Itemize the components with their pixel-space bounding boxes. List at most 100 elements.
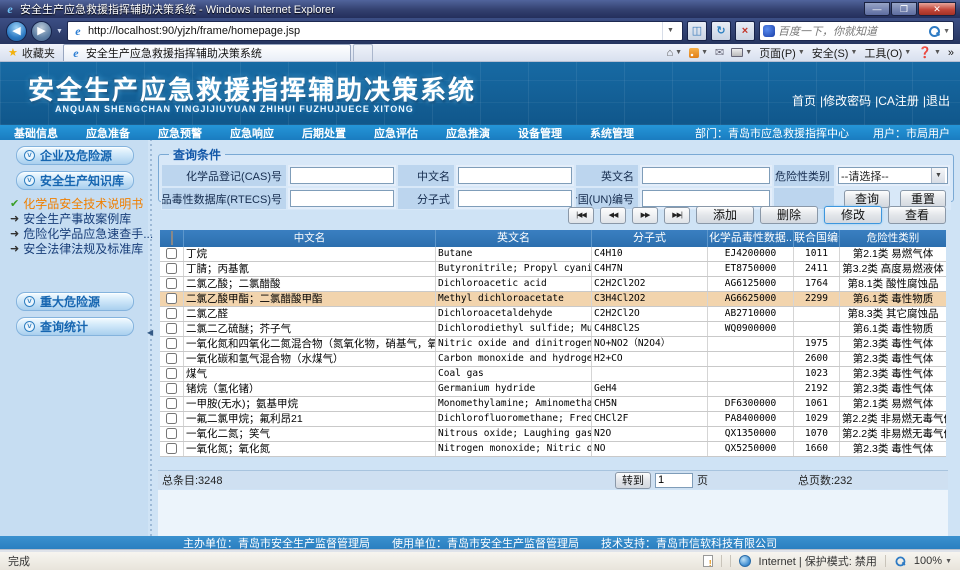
table-row[interactable]: 一氧化碳和氢气混合物（水煤气） Carbon monoxide and hydr… [160,352,946,367]
search-box[interactable]: 百度一下，你就知道 ▼ [759,21,954,41]
compatibility-view-icon[interactable]: ◫ [687,21,707,41]
row-checkbox[interactable] [166,293,177,304]
sidebar-group-enterprise[interactable]: ˅ 企业及危险源 [16,146,134,165]
search-dropdown-icon[interactable]: ▼ [943,28,950,35]
cn-name-input[interactable] [458,167,572,184]
page-number-input[interactable] [655,473,693,488]
row-checkbox[interactable] [166,323,177,334]
nav-menu-item[interactable]: 应急评估 [360,125,432,141]
table-row[interactable]: 一氧化氮和四氧化二氮混合物（氮氧化物，硝基气，氧化氮气体） Nitric oxi… [160,337,946,352]
table-row[interactable]: 丁腈；丙基氰 Butyronitrile; Propyl cyanide C4H… [160,262,946,277]
nav-menu-item[interactable]: 应急预警 [144,125,216,141]
rtecs-input[interactable] [290,190,394,207]
formula-input[interactable] [458,190,572,207]
help-menu[interactable]: ❓▼ [918,46,941,59]
back-button[interactable]: ◀ [6,21,27,42]
first-page-button[interactable]: |◀◀ [568,207,594,224]
sidebar-item-laws-standards[interactable]: ➜ 安全法律法规及标准库 [10,241,148,256]
table-row[interactable]: 一氧化氮；氧化氮 Nitrogen monoxide; Nitric oxide… [160,442,946,457]
tools-menu[interactable]: 工具(O)▼ [864,45,911,61]
table-row[interactable]: 锗烷（氢化锗） Germanium hydride GeH4 2192 第2.3… [160,382,946,397]
print-button[interactable]: ▼ [731,48,752,57]
next-page-button[interactable]: ▶▶ [632,207,658,224]
search-magnifier-icon[interactable] [928,25,940,37]
modify-button[interactable]: 修改 [824,206,882,224]
history-dropdown-icon[interactable]: ▼ [56,28,63,35]
hazard-class-select[interactable]: --请选择-- ▼ [838,167,948,184]
table-row[interactable]: 一氟二氯甲烷；氟利昂21 Dichlorofluoromethane; Freo… [160,412,946,427]
sidebar-item-quick-reference[interactable]: ➜ 危险化学品应急速查手... [10,226,148,241]
reset-button[interactable]: 重置 [900,190,946,208]
new-tab-button[interactable] [353,44,373,61]
collapse-arrow-icon[interactable]: ◀ [147,328,153,337]
nav-menu-item[interactable]: 系统管理 [576,125,648,141]
row-checkbox[interactable] [166,263,177,274]
delete-button[interactable]: 删除 [760,206,818,224]
nav-menu-item[interactable]: 设备管理 [504,125,576,141]
address-field[interactable]: e http://localhost:90/yjzh/frame/homepag… [67,21,683,41]
table-row[interactable]: 煤气 Coal gas 1023 第2.3类 毒性气体 [160,367,946,382]
un-number-input[interactable] [642,190,770,207]
forward-button[interactable]: ▶ [31,21,52,42]
sidebar-group-query-stats[interactable]: ˅ 查询统计 [16,317,134,336]
home-button[interactable]: ⌂▼ [667,47,683,59]
select-dropdown-icon[interactable]: ▼ [931,168,945,183]
select-all-checkbox[interactable] [171,231,173,245]
url-text[interactable]: http://localhost:90/yjzh/frame/homepage.… [88,25,658,37]
table-row[interactable]: 丁烷 Butane C4H10 EJ4200000 1011 第2.1类 易燃气… [160,247,946,262]
row-checkbox[interactable] [166,308,177,319]
maximize-button[interactable]: ❐ [891,2,917,16]
close-button[interactable]: ✕ [918,2,956,16]
stop-icon[interactable]: × [735,21,755,41]
nav-menu-item[interactable]: 应急准备 [72,125,144,141]
address-dropdown-icon[interactable]: ▼ [662,22,678,40]
row-checkbox[interactable] [166,428,177,439]
table-row[interactable]: 二氯乙醛 Dichloroacetaldehyde C2H2Cl2O AB271… [160,307,946,322]
row-checkbox[interactable] [166,353,177,364]
more-commands-chevron[interactable]: » [948,47,954,59]
row-checkbox[interactable] [166,248,177,259]
read-mail-button[interactable]: ✉ [715,46,724,59]
safety-menu[interactable]: 安全(S)▼ [812,45,858,61]
zoom-control[interactable]: 100% ▼ [914,555,952,567]
favorites-button[interactable]: ★ 收藏夹 [0,44,63,61]
sidebar-splitter[interactable]: ◀ [148,140,154,536]
feeds-button[interactable]: ▼ [689,48,708,58]
add-button[interactable]: 添加 [696,206,754,224]
row-checkbox[interactable] [166,338,177,349]
refresh-icon[interactable]: ↻ [711,21,731,41]
table-row[interactable]: 二氯乙酸甲酯；二氯醋酸甲酯 Methyl dichloroacetate C3H… [160,292,946,307]
row-checkbox[interactable] [166,443,177,454]
table-row[interactable]: 一甲胺(无水)；氨基甲烷 Monomethylamine; Aminometha… [160,397,946,412]
last-page-button[interactable]: ▶▶| [664,207,690,224]
nav-menu-item[interactable]: 应急推演 [432,125,504,141]
sidebar-item-chemical-msds[interactable]: ✔ 化学品安全技术说明书 [10,196,148,211]
table-row[interactable]: 二氯二乙硫醚；芥子气 Dichlorodiethyl sulfide; Must… [160,322,946,337]
page-menu[interactable]: 页面(P)▼ [759,45,805,61]
nav-menu-item[interactable]: 后期处置 [288,125,360,141]
row-checkbox[interactable] [166,413,177,424]
search-placeholder[interactable]: 百度一下，你就知道 [778,23,925,39]
en-name-input[interactable] [642,167,770,184]
page-alert-icon[interactable] [703,555,713,567]
search-button[interactable]: 查询 [844,190,890,208]
sidebar-item-accident-cases[interactable]: ➜ 安全生产事故案例库 [10,211,148,226]
minimize-button[interactable]: — [864,2,890,16]
sidebar-group-major-hazards[interactable]: ˅ 重大危险源 [16,292,134,311]
view-button[interactable]: 查看 [888,206,946,224]
cas-input[interactable] [290,167,394,184]
zoom-dropdown-icon[interactable]: ▼ [945,558,952,565]
table-row[interactable]: 二氯乙酸；二氯醋酸 Dichloroacetic acid C2H2Cl2O2 … [160,277,946,292]
top-link[interactable]: |退出 [923,92,950,109]
sidebar-group-knowledge[interactable]: ˅ 安全生产知识库 [16,171,134,190]
top-link[interactable]: |修改密码 [820,92,871,109]
table-row[interactable]: 一氧化二氮；笑气 Nitrous oxide; Laughing gas N2O… [160,427,946,442]
nav-menu-item[interactable]: 基础信息 [0,125,72,141]
top-link[interactable]: 首页 [792,92,816,109]
row-checkbox[interactable] [166,278,177,289]
row-checkbox[interactable] [166,398,177,409]
row-checkbox[interactable] [166,383,177,394]
nav-menu-item[interactable]: 应急响应 [216,125,288,141]
row-checkbox[interactable] [166,368,177,379]
top-link[interactable]: |CA注册 [875,92,919,109]
